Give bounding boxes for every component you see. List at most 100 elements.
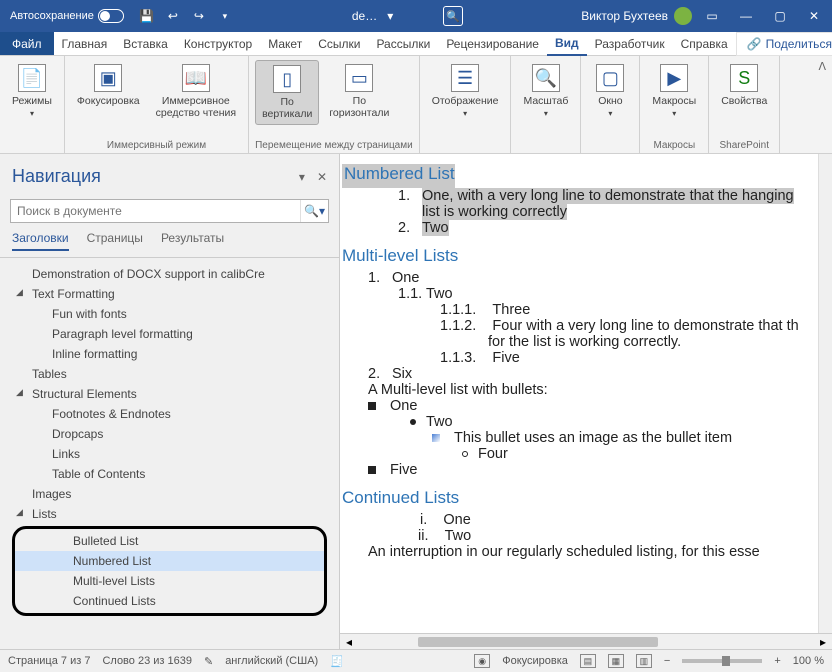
tab-help[interactable]: Справка (673, 33, 736, 55)
tab-developer[interactable]: Разработчик (587, 33, 673, 55)
accessibility-icon[interactable]: 🧾 (330, 655, 344, 668)
tree-text-formatting[interactable]: ◢Text Formatting (6, 284, 333, 304)
tree-bulleted-list[interactable]: Bulleted List (15, 531, 324, 551)
views-button[interactable]: 📄 Режимы ▾ (6, 60, 58, 122)
nav-dropdown-icon[interactable]: ▾ (299, 170, 305, 184)
tab-insert[interactable]: Вставка (115, 33, 176, 55)
tree-fun-fonts[interactable]: Fun with fonts (6, 304, 333, 324)
list-item: Two (426, 286, 453, 302)
properties-icon: S (730, 64, 758, 92)
tree-links[interactable]: Links (6, 444, 333, 464)
avatar[interactable] (674, 7, 692, 25)
focus-icon: ▣ (94, 64, 122, 92)
scroll-thumb[interactable] (418, 637, 658, 647)
autosave-toggle[interactable]: Автосохранение (4, 9, 130, 23)
zoom-slider[interactable] (682, 659, 762, 663)
undo-icon[interactable]: ↩ (164, 7, 182, 25)
collapse-ribbon-icon[interactable]: ᐱ (818, 60, 826, 73)
nav-close-icon[interactable]: ✕ (317, 170, 327, 184)
window-button[interactable]: ▢ Окно ▾ (587, 60, 633, 122)
close-icon[interactable]: ✕ (800, 6, 828, 26)
vertical-l2: вертикали (262, 108, 312, 120)
tree-numbered-list[interactable]: Numbered List (15, 551, 324, 571)
document-body[interactable]: Numbered List 1.One, with a very long li… (340, 154, 832, 633)
tab-headings[interactable]: Заголовки (12, 231, 69, 251)
spellcheck-icon[interactable]: ✎ (204, 655, 213, 668)
tree-structural[interactable]: ◢Structural Elements (6, 384, 333, 404)
zoom-in-icon[interactable]: + (774, 655, 780, 667)
tree-tables[interactable]: Tables (6, 364, 333, 384)
page-status[interactable]: Страница 7 из 7 (8, 655, 90, 667)
tree-multilevel-lists[interactable]: Multi-level Lists (15, 571, 324, 591)
scroll-left-icon[interactable]: ◂ (340, 635, 358, 649)
tab-references[interactable]: Ссылки (310, 33, 368, 55)
focus-label-sb[interactable]: Фокусировка (502, 655, 568, 667)
vertical-page-icon: ▯ (273, 65, 301, 93)
maximize-icon[interactable]: ▢ (766, 6, 794, 26)
zoom-button[interactable]: 🔍 Масштаб ▾ (517, 60, 574, 122)
user-name[interactable]: Виктор Бухтеев (581, 9, 668, 23)
document-area[interactable]: Numbered List 1.One, with a very long li… (340, 154, 832, 649)
tab-file[interactable]: Файл (0, 32, 54, 55)
read-mode-icon[interactable]: ▤ (580, 654, 596, 668)
tab-design[interactable]: Конструктор (176, 33, 260, 55)
highlighted-group: Bulleted List Numbered List Multi-level … (12, 526, 327, 616)
scroll-right-icon[interactable]: ▸ (814, 635, 832, 649)
tree-lists[interactable]: ◢Lists (6, 504, 333, 524)
properties-button[interactable]: S Свойства (715, 60, 773, 111)
horizontal-page-icon: ▭ (345, 64, 373, 92)
vertical-scrollbar[interactable] (818, 154, 832, 633)
list-item: One (390, 398, 417, 414)
focus-mode-sb-icon[interactable]: ◉ (474, 654, 490, 668)
display-button[interactable]: ☰ Отображение ▾ (426, 60, 505, 122)
vertical-page-button[interactable]: ▯ По вертикали (255, 60, 319, 125)
tab-pages[interactable]: Страницы (87, 231, 143, 251)
word-count-status[interactable]: Слово 23 из 1639 (102, 655, 192, 667)
redo-icon[interactable]: ↪ (190, 7, 208, 25)
tree-toc[interactable]: Table of Contents (6, 464, 333, 484)
immersive-reader-button[interactable]: 📖 Иммерсивное средство чтения (150, 60, 242, 123)
window-icon: ▢ (596, 64, 624, 92)
tree-dropcaps[interactable]: Dropcaps (6, 424, 333, 444)
save-icon[interactable]: 💾 (138, 7, 156, 25)
tab-home[interactable]: Главная (54, 33, 116, 55)
list-text: A Multi-level list with bullets: (340, 382, 832, 398)
macros-button[interactable]: ▶ Макросы ▾ (646, 60, 702, 122)
list-item: One, with a very long line to demonstrat… (422, 188, 794, 204)
heading-numbered-list: Numbered List (342, 164, 455, 188)
tree-para-formatting[interactable]: Paragraph level formatting (6, 324, 333, 344)
print-layout-icon[interactable]: ▦ (608, 654, 624, 668)
tab-review[interactable]: Рецензирование (438, 33, 547, 55)
ribbon-tabs: Файл Главная Вставка Конструктор Макет С… (0, 32, 832, 56)
language-status[interactable]: английский (США) (225, 655, 318, 667)
tab-mailings[interactable]: Рассылки (368, 33, 438, 55)
nav-search[interactable]: 🔍▾ (10, 199, 329, 223)
search-input[interactable] (11, 200, 300, 222)
tab-layout[interactable]: Макет (260, 33, 310, 55)
share-button[interactable]: 🔗 Поделиться (736, 32, 832, 56)
tree-inline-formatting[interactable]: Inline formatting (6, 344, 333, 364)
list-item: list is working correctly (422, 204, 567, 220)
caret-down-icon: ◢ (16, 287, 23, 298)
macros-icon: ▶ (660, 64, 688, 92)
web-layout-icon[interactable]: ▥ (636, 654, 652, 668)
horizontal-scrollbar[interactable]: ◂ ▸ (340, 633, 832, 649)
tab-view[interactable]: Вид (547, 32, 587, 56)
horizontal-page-button[interactable]: ▭ По горизонтали (323, 60, 395, 123)
chevron-down-icon: ▾ (672, 109, 676, 118)
zoom-level[interactable]: 100 % (793, 655, 824, 667)
minimize-icon[interactable]: — (732, 6, 760, 26)
tab-results[interactable]: Результаты (161, 231, 224, 251)
zoom-out-icon[interactable]: − (664, 655, 670, 667)
qat-dropdown-icon[interactable]: ▾ (216, 7, 234, 25)
search-button[interactable]: 🔍▾ (300, 200, 328, 222)
tree-images[interactable]: Images (6, 484, 333, 504)
search-icon[interactable]: 🔍 (443, 6, 463, 26)
list-item: for the list is working correctly. (488, 334, 681, 350)
tree-root[interactable]: Demonstration of DOCX support in calibCr… (6, 264, 333, 284)
tree-footnotes[interactable]: Footnotes & Endnotes (6, 404, 333, 424)
group-page-move-label: Перемещение между страницами (255, 138, 413, 151)
focus-mode-button[interactable]: ▣ Фокусировка (71, 60, 146, 111)
tree-continued-lists[interactable]: Continued Lists (15, 591, 324, 611)
ribbon-display-icon[interactable]: ▭ (698, 6, 726, 26)
